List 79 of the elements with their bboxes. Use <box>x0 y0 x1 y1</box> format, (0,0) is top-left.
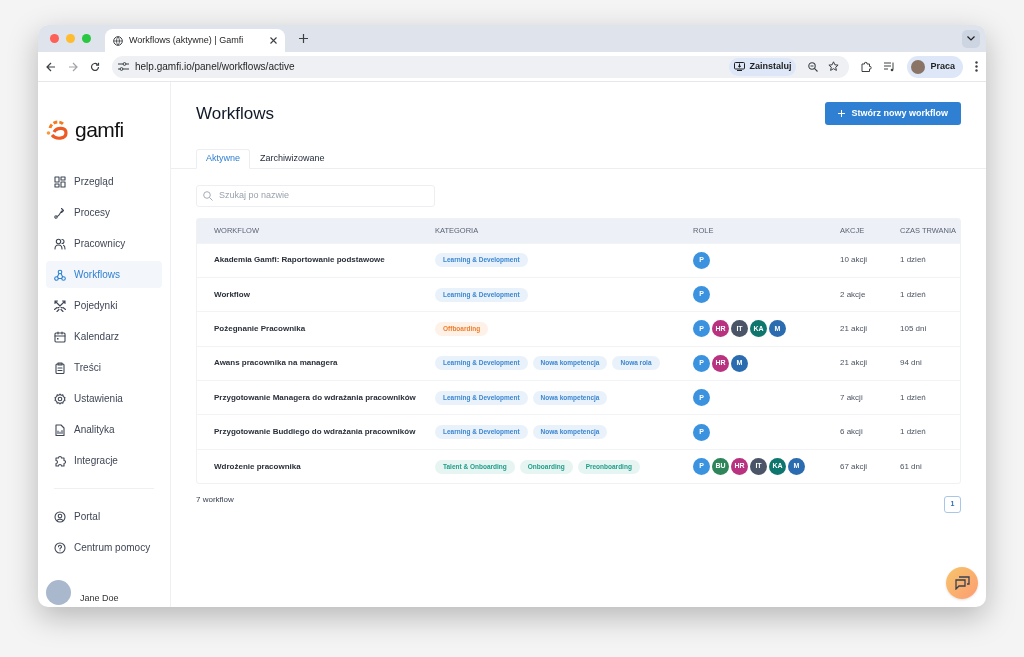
sidebar-item[interactable]: Treści <box>46 354 162 381</box>
logo-icon <box>46 119 70 140</box>
grid-icon <box>54 175 66 188</box>
sidebar-item[interactable]: Pracownicy <box>46 230 162 257</box>
report-icon <box>54 423 66 436</box>
tab-title: Workflows (aktywne) | Gamfi <box>129 33 245 47</box>
create-workflow-button[interactable]: Stwórz nowy workflow <box>825 102 961 126</box>
sidebar-item[interactable]: Portal <box>46 503 162 530</box>
help-icon <box>54 541 66 554</box>
duration-cell-text: 61 dni <box>900 460 923 473</box>
workflow-name[interactable]: Przygotowanie Buddiego do wdrażania pracowników <box>197 426 435 439</box>
clipboard-icon <box>54 361 66 374</box>
browser-tab[interactable]: Workflows (aktywne) | Gamfi <box>105 29 285 52</box>
actions-cell-text: 10 akcji <box>840 254 869 267</box>
duration-cell-text: 1 dzień <box>900 288 927 301</box>
users-icon <box>54 237 66 250</box>
search-input: Szukaj po nazwie <box>219 188 428 203</box>
actions-cell-text: 2 akcje <box>840 288 867 301</box>
zoom-icon[interactable] <box>808 61 819 72</box>
site-settings-icon[interactable] <box>118 62 129 71</box>
logo-text: gamfi <box>75 116 124 143</box>
workflow-name[interactable]: Wdrożenie pracownika <box>197 460 435 473</box>
sidebar-item[interactable]: Procesy <box>46 199 162 226</box>
duration-cell-text: 1 dzień <box>900 391 927 404</box>
workflow-name[interactable]: Workflow <box>197 288 435 301</box>
reload-icon[interactable] <box>90 61 100 72</box>
user-name: Jane Doe <box>80 591 119 605</box>
workflow-name[interactable]: Przygotowanie Managera do wdrażania pracowników <box>197 391 435 404</box>
workflow-name[interactable]: Awans pracownika na managera <box>197 357 435 370</box>
puzzle-icon <box>54 454 66 467</box>
profile-button[interactable]: Praca <box>907 55 963 78</box>
star-icon[interactable] <box>828 61 840 72</box>
globe-icon <box>113 35 123 46</box>
duration-cell-text: 1 dzień <box>900 426 927 439</box>
sidebar-item[interactable]: Analityka <box>46 416 162 443</box>
avatar-icon <box>911 59 926 74</box>
sidebar-item[interactable]: Integracje <box>46 447 162 474</box>
search-field[interactable]: Szukaj po nazwie <box>196 184 435 207</box>
nodes-icon <box>54 268 66 281</box>
sidebar-item[interactable]: Centrum pomocy <box>46 534 162 561</box>
puzzle-icon[interactable] <box>861 61 873 72</box>
duration-cell-text: 94 dni <box>900 357 923 370</box>
avatar-icon <box>46 580 71 605</box>
sidebar-item[interactable]: Workflows <box>46 261 162 288</box>
actions-cell-text: 21 akcji <box>840 357 869 370</box>
sidebar-item[interactable]: Kalendarz <box>46 323 162 350</box>
close-icon[interactable] <box>270 37 277 44</box>
tab-search-button[interactable] <box>962 29 980 48</box>
tab[interactable]: Aktywne <box>196 148 250 169</box>
new-tab-icon[interactable] <box>299 34 308 43</box>
workflow-name[interactable]: Akademia Gamfi: Raportowanie podstawowe <box>197 254 435 267</box>
chat-icon <box>954 576 970 590</box>
duration-cell-text: 1 dzień <box>900 254 927 267</box>
duration-cell-text: 105 dni <box>900 322 928 335</box>
tab[interactable]: Zarchiwizowane <box>250 148 335 169</box>
chevron-down-icon <box>967 36 975 41</box>
more-icon[interactable] <box>975 61 978 72</box>
calendar-icon <box>54 330 66 343</box>
workflow-count: 7 workflow <box>196 494 234 507</box>
search-icon <box>203 190 213 201</box>
sidebar-item[interactable]: Ustawienia <box>46 385 162 412</box>
gear-icon <box>54 392 66 405</box>
install-button[interactable]: Zainstaluj <box>729 57 797 76</box>
media-icon[interactable] <box>884 61 896 72</box>
workflow-name[interactable]: Pożegnanie Pracownika <box>197 322 435 335</box>
back-icon[interactable] <box>46 61 56 72</box>
user-circle-icon <box>54 510 66 523</box>
actions-cell-text: 67 akcji <box>840 460 869 473</box>
sidebar-item[interactable]: Pojedynki <box>46 292 162 319</box>
sidebar-item[interactable]: Przegląd <box>46 168 162 195</box>
actions-cell-text: 6 akcji <box>840 426 864 439</box>
plus-icon <box>838 110 846 118</box>
chat-button[interactable] <box>946 567 978 599</box>
url-text: help.gamfi.io/panel/workflows/active <box>135 60 296 74</box>
actions-cell-text: 21 akcji <box>840 322 869 335</box>
address-bar[interactable]: help.gamfi.io/panel/workflows/active Zainstaluj <box>112 55 850 78</box>
page-title: Workflows <box>196 103 275 125</box>
actions-cell-text: 7 akcji <box>840 391 864 404</box>
install-icon <box>734 62 746 71</box>
